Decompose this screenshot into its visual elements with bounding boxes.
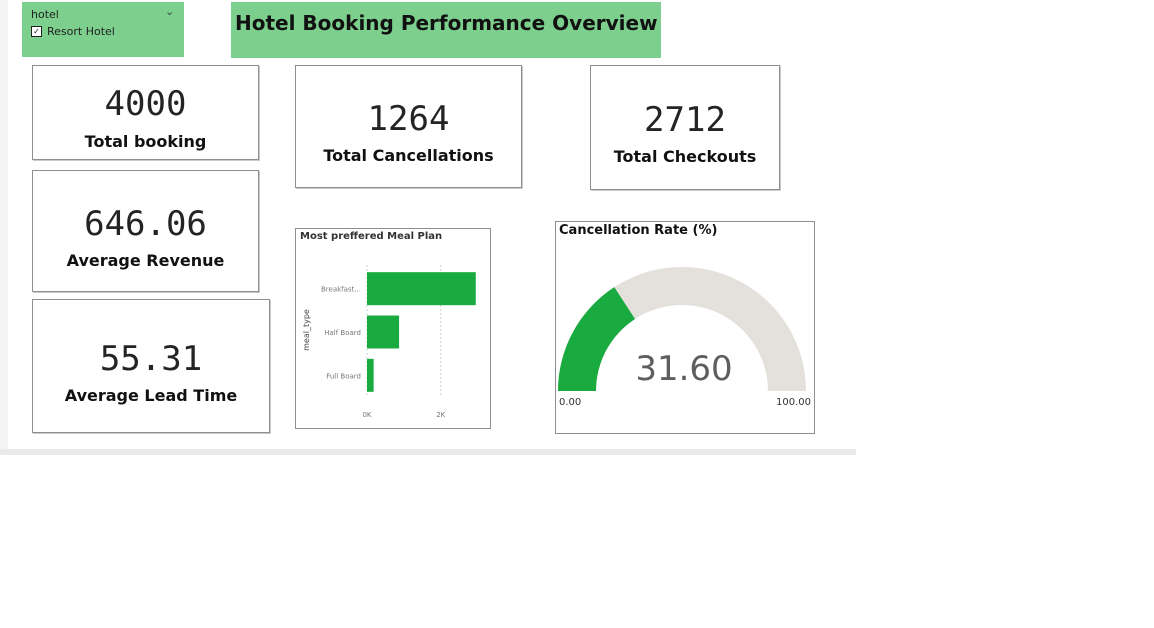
kpi-card-total-cancellations[interactable]: 1264 Total Cancellations — [295, 65, 522, 188]
x-tick-label: 0K — [362, 411, 371, 419]
kpi-value: 646.06 — [84, 204, 207, 244]
bar — [367, 272, 476, 306]
kpi-value: 4000 — [104, 84, 187, 124]
x-tick-label: 2K — [436, 411, 445, 419]
y-tick-label: Breakfast... — [321, 286, 361, 294]
y-tick-label: Full Board — [326, 372, 361, 380]
kpi-label: Total booking — [84, 132, 207, 151]
canvas-bottom-edge — [0, 449, 856, 455]
bar — [367, 315, 400, 349]
gauge-svg: 31.60 0.00 100.00 — [558, 267, 811, 408]
kpi-label: Average Revenue — [66, 251, 225, 270]
kpi-card-average-lead-time[interactable]: 55.31 Average Lead Time — [32, 299, 270, 433]
slicer-option-label: Resort Hotel — [47, 25, 115, 38]
kpi-card-total-checkouts[interactable]: 2712 Total Checkouts — [590, 65, 780, 190]
gauge-fill — [558, 287, 636, 391]
kpi-label: Average Lead Time — [64, 386, 238, 405]
kpi-value: 55.31 — [99, 339, 203, 379]
meal-plan-chart-svg: 0K 2K meal_type Breakfast... Half Board Full … — [302, 265, 476, 419]
page-title: Hotel Booking Performance Overview — [235, 11, 658, 35]
slicer-title: hotel — [31, 8, 59, 21]
kpi-value: 2712 — [644, 100, 726, 140]
title-banner: Hotel Booking Performance Overview — [231, 2, 661, 58]
checkbox-checked-icon[interactable]: ✓ — [31, 26, 42, 37]
meal-plan-chart[interactable]: Most preffered Meal Plan 0K 2K meal_type Br… — [295, 228, 491, 429]
bar — [367, 358, 374, 392]
kpi-value: 1264 — [367, 99, 450, 139]
gauge-value: 31.60 — [635, 349, 732, 389]
cancellation-rate-gauge[interactable]: Cancellation Rate (%) 31.60 0.00 100.00 — [555, 221, 815, 434]
y-tick-label: Half Board — [324, 329, 361, 337]
y-axis-label: meal_type — [302, 309, 311, 351]
kpi-label: Total Checkouts — [613, 147, 757, 166]
chevron-down-icon[interactable]: ⌄ — [165, 5, 174, 18]
kpi-card-average-revenue[interactable]: 646.06 Average Revenue — [32, 170, 259, 292]
gauge-max-label: 100.00 — [776, 397, 811, 408]
canvas-left-edge — [0, 0, 8, 455]
kpi-label: Total Cancellations — [323, 146, 494, 165]
kpi-card-total-booking[interactable]: 4000 Total booking — [32, 65, 259, 160]
gauge-min-label: 0.00 — [559, 397, 581, 408]
slicer-option-resort-hotel[interactable]: ✓ Resort Hotel — [31, 25, 115, 38]
hotel-slicer[interactable]: hotel ⌄ ✓ Resort Hotel — [22, 2, 184, 57]
